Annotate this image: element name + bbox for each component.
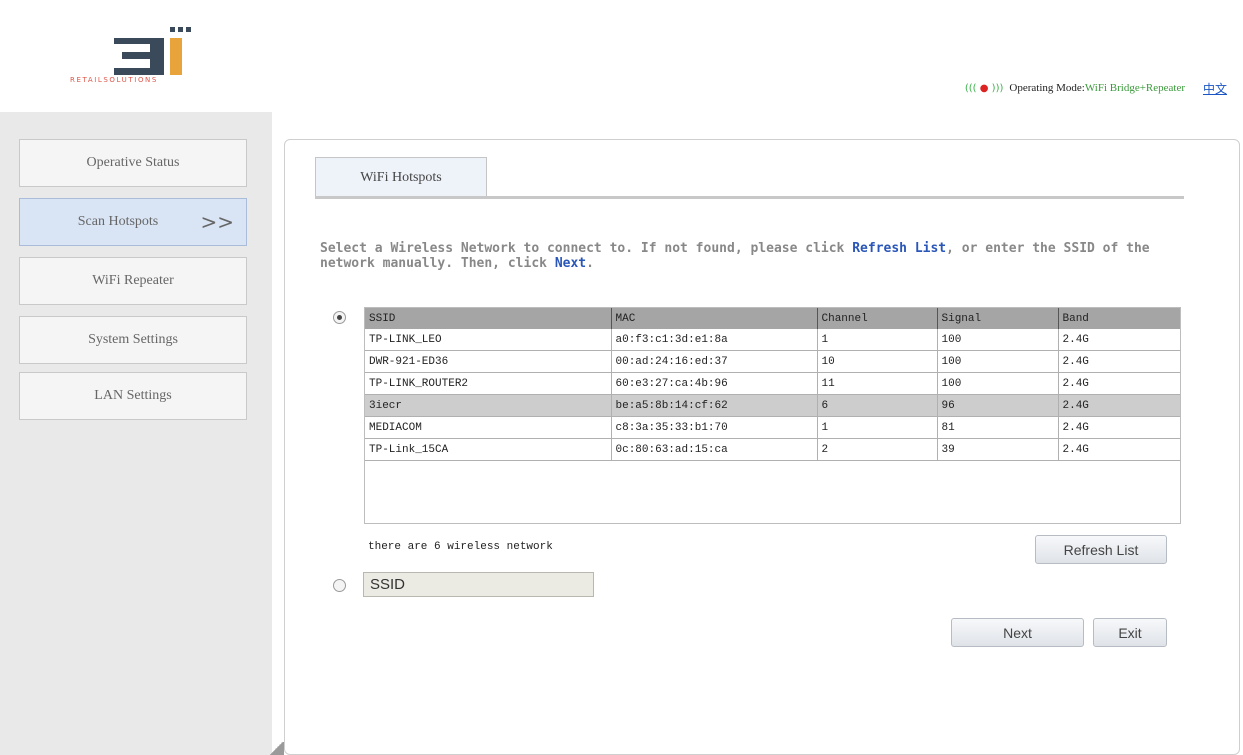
sidebar-item-wifi-repeater[interactable]: WiFi Repeater: [19, 257, 247, 305]
cell-band: 2.4G: [1057, 416, 1180, 439]
cell-mac: c8:3a:35:33:b1:70: [610, 416, 817, 439]
table-row[interactable]: DWR-921-ED36 00:ad:24:16:ed:37 10 100 2.4G: [365, 350, 1180, 373]
company-logo: [114, 27, 191, 75]
cell-ssid: TP-LINK_LEO: [365, 329, 611, 351]
cell-signal: 100: [936, 350, 1058, 373]
cell-ssid: MEDIACOM: [365, 416, 611, 439]
wireless-signal-icon: ((( ● ))): [964, 82, 1004, 94]
tab-wifi-hotspots[interactable]: WiFi Hotspots: [315, 157, 487, 197]
sidebar-item-operative-status[interactable]: Operative Status: [19, 139, 247, 187]
language-link[interactable]: 中文: [1203, 80, 1227, 97]
cell-mac: be:a5:8b:14:cf:62: [610, 394, 817, 417]
cell-band: 2.4G: [1057, 394, 1180, 417]
sidebar-item-scan-hotspots[interactable]: Scan Hotspots >>: [19, 198, 247, 246]
cell-channel: 1: [816, 416, 937, 439]
column-header-channel: Channel: [816, 308, 937, 329]
network-table-container: SSID MAC Channel Signal Band TP-LINK_LEO…: [364, 307, 1181, 524]
ssid-input[interactable]: SSID: [363, 572, 594, 597]
table-row[interactable]: TP-Link_15CA 0c:80:63:ad:15:ca 2 39 2.4G: [365, 438, 1180, 461]
table-row[interactable]: TP-LINK_LEO a0:f3:c1:3d:e1:8a 1 100 2.4G: [365, 329, 1180, 351]
table-row[interactable]: MEDIACOM c8:3a:35:33:b1:70 1 81 2.4G: [365, 416, 1180, 439]
cell-mac: a0:f3:c1:3d:e1:8a: [610, 329, 817, 351]
cell-mac: 0c:80:63:ad:15:ca: [610, 438, 817, 461]
tab-divider: [315, 196, 1184, 199]
sidebar: Operative Status Scan Hotspots >> WiFi R…: [0, 112, 272, 755]
refresh-list-button[interactable]: Refresh List: [1035, 535, 1167, 564]
network-count: there are 6 wireless network: [368, 541, 553, 553]
operating-mode-value: WiFi Bridge+Repeater: [1084, 82, 1185, 94]
cell-channel: 2: [816, 438, 937, 461]
exit-button[interactable]: Exit: [1093, 618, 1167, 647]
logo-wordmark: RETAILSOLUTIONS: [70, 76, 158, 84]
cell-signal: 81: [936, 416, 1058, 439]
instruction-part: Select a Wireless Network to connect to.…: [320, 241, 853, 256]
cell-mac: 60:e3:27:ca:4b:96: [610, 372, 817, 395]
cell-band: 2.4G: [1057, 329, 1180, 351]
sidebar-item-label: System Settings: [88, 332, 178, 347]
table-row[interactable]: TP-LINK_ROUTER2 60:e3:27:ca:4b:96 11 100 2.4…: [365, 372, 1180, 395]
sidebar-item-label: Operative Status: [86, 155, 180, 170]
cell-ssid: TP-Link_15CA: [365, 438, 611, 461]
cell-ssid: DWR-921-ED36: [365, 350, 611, 373]
cell-band: 2.4G: [1057, 438, 1180, 461]
column-header-signal: Signal: [936, 308, 1058, 329]
operating-mode: ((( ● ))) Operating Mode: WiFi Bridge+Re…: [965, 82, 1185, 94]
table-header-row: SSID MAC Channel Signal Band: [365, 308, 1180, 329]
scan-list-radio[interactable]: [333, 311, 346, 324]
sidebar-item-label: LAN Settings: [94, 388, 172, 403]
cell-signal: 100: [936, 372, 1058, 395]
cell-channel: 10: [816, 350, 937, 373]
double-chevron-right-icon: >>: [200, 210, 234, 234]
header: RETAILSOLUTIONS ((( ● ))) Operating Mode…: [0, 0, 1243, 112]
network-table: SSID MAC Channel Signal Band TP-LINK_LEO…: [365, 308, 1180, 461]
column-header-mac: MAC: [610, 308, 817, 329]
cell-channel: 1: [816, 329, 937, 351]
cell-ssid: TP-LINK_ROUTER2: [365, 372, 611, 395]
manual-ssid-radio[interactable]: [333, 579, 346, 592]
cell-signal: 39: [936, 438, 1058, 461]
panel-shadow: [268, 742, 284, 755]
column-header-band: Band: [1057, 308, 1180, 329]
cell-ssid: 3iecr: [365, 394, 611, 417]
instruction-text: Select a Wireless Network to connect to.…: [320, 241, 1190, 271]
sidebar-item-label: Scan Hotspots: [77, 214, 159, 229]
column-header-ssid: SSID: [365, 308, 611, 329]
sidebar-item-lan-settings[interactable]: LAN Settings: [19, 372, 247, 420]
instruction-refresh-word: Refresh List: [852, 241, 947, 256]
cell-mac: 00:ad:24:16:ed:37: [610, 350, 817, 373]
instruction-part: .: [586, 256, 594, 271]
next-button[interactable]: Next: [951, 618, 1084, 647]
cell-band: 2.4G: [1057, 350, 1180, 373]
operating-mode-label: Operating Mode:: [1009, 82, 1085, 94]
table-row[interactable]: 3iecr be:a5:8b:14:cf:62 6 96 2.4G: [365, 394, 1180, 417]
cell-signal: 96: [936, 394, 1058, 417]
instruction-next-word: Next: [554, 256, 587, 271]
sidebar-item-system-settings[interactable]: System Settings: [19, 316, 247, 364]
cell-channel: 6: [816, 394, 937, 417]
cell-channel: 11: [816, 372, 937, 395]
cell-signal: 100: [936, 329, 1058, 351]
sidebar-item-label: WiFi Repeater: [92, 273, 174, 288]
cell-band: 2.4G: [1057, 372, 1180, 395]
